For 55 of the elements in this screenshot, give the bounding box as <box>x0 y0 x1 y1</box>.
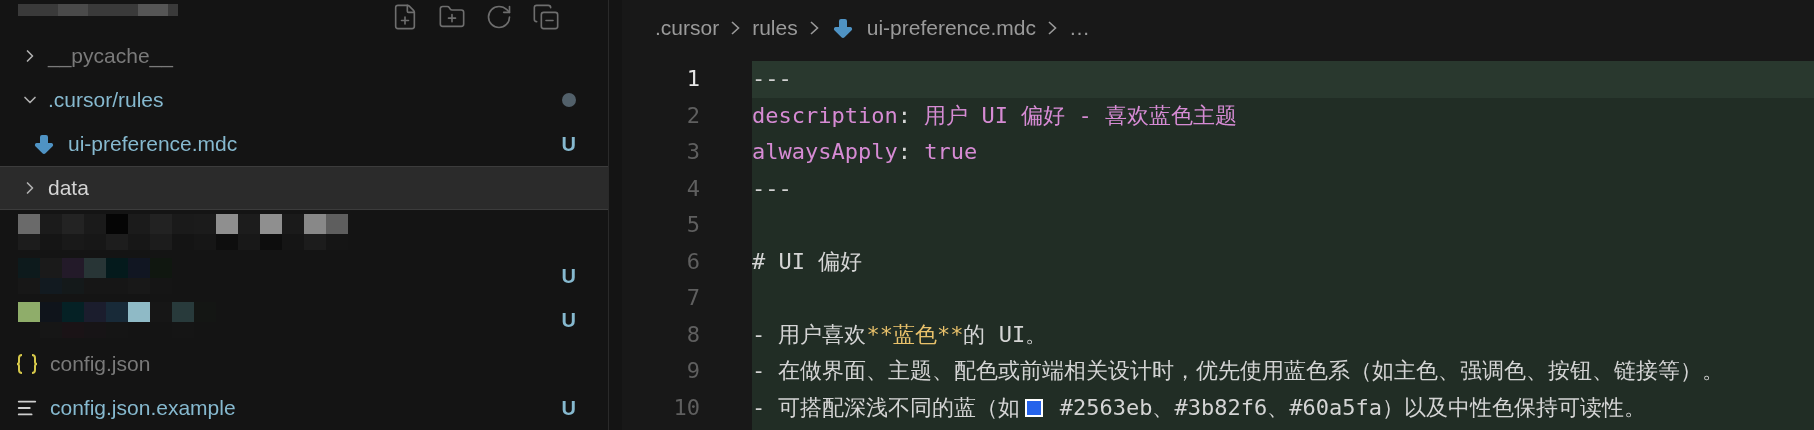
file-name: ui-preference.mdc <box>68 131 238 158</box>
git-status-label: U <box>561 308 576 333</box>
code-text: - 用户喜欢 <box>752 320 867 349</box>
chevron-right-icon <box>1047 20 1057 35</box>
line-number: 10 <box>673 393 700 422</box>
code-text: : <box>897 138 912 166</box>
refresh-icon[interactable] <box>485 3 513 31</box>
code-text: --- <box>752 174 792 203</box>
code-text: **蓝色** <box>866 320 964 349</box>
explorer-row[interactable]: config.json.example U <box>0 386 608 430</box>
code-text: alwaysApply <box>752 138 898 166</box>
breadcrumb-item[interactable]: … <box>1068 11 1090 44</box>
line-number: 9 <box>686 357 700 385</box>
code-text: #2563eb、#3b82f6、#60a5fa）以及中性色保持可读性。 <box>1058 393 1646 422</box>
explorer-row[interactable]: U <box>0 298 608 342</box>
explorer-row[interactable]: data <box>0 166 608 210</box>
down-arrow-icon <box>32 132 56 156</box>
breadcrumb-item[interactable]: .cursor <box>655 11 720 44</box>
chevron-right-icon <box>809 20 819 35</box>
folder-name: data <box>48 175 89 202</box>
git-status-label: U <box>561 396 576 421</box>
collapse-all-icon[interactable] <box>532 3 560 31</box>
line-number: 4 <box>686 174 700 203</box>
code-text: - 在做界面、主题、配色或前端相关设计时，优先使用蓝色系（如主色、强调色、按钮、链接等）。 <box>752 357 1725 385</box>
git-status-label: U <box>561 132 576 157</box>
folder-name: .cursor/rules <box>48 87 164 114</box>
breadcrumb-item[interactable]: ui-preference.mdc <box>866 11 1036 44</box>
explorer-row[interactable]: config.json <box>0 342 608 386</box>
explorer-row[interactable]: .cursor/rules <box>0 78 608 122</box>
code-text: true <box>924 138 978 166</box>
line-number: 7 <box>686 284 700 312</box>
folder-name: __pycache__ <box>48 43 173 70</box>
color-swatch[interactable] <box>1024 398 1043 417</box>
line-number: 8 <box>686 320 700 349</box>
git-status-label: U <box>561 264 576 289</box>
breadcrumb-item[interactable]: rules <box>752 11 798 44</box>
code-text: 的 UI。 <box>963 320 1048 349</box>
curly-braces-icon <box>16 354 38 374</box>
code-text: description <box>752 101 898 130</box>
explorer-row[interactable]: U <box>0 254 608 298</box>
code-text: : <box>897 101 912 130</box>
line-number: 5 <box>686 211 700 239</box>
line-number: 3 <box>686 138 700 166</box>
file-name: config.json <box>50 351 151 378</box>
code-text: 用户 UI 偏好 - 喜欢蓝色主题 <box>924 101 1237 130</box>
line-number: 1 <box>686 65 700 93</box>
code-text: - 可搭配深浅不同的蓝（如 <box>752 393 1021 422</box>
explorer-row[interactable]: __pycache__ <box>0 34 608 78</box>
chevron-right-icon <box>731 20 741 35</box>
line-number: 2 <box>686 101 700 130</box>
line-number: 6 <box>686 247 700 276</box>
explorer-row[interactable]: ui-preference.mdc U <box>0 122 608 166</box>
file-name: config.json.example <box>50 395 236 422</box>
code-text: --- <box>752 65 792 93</box>
code-text: # UI 偏好 <box>752 247 863 276</box>
